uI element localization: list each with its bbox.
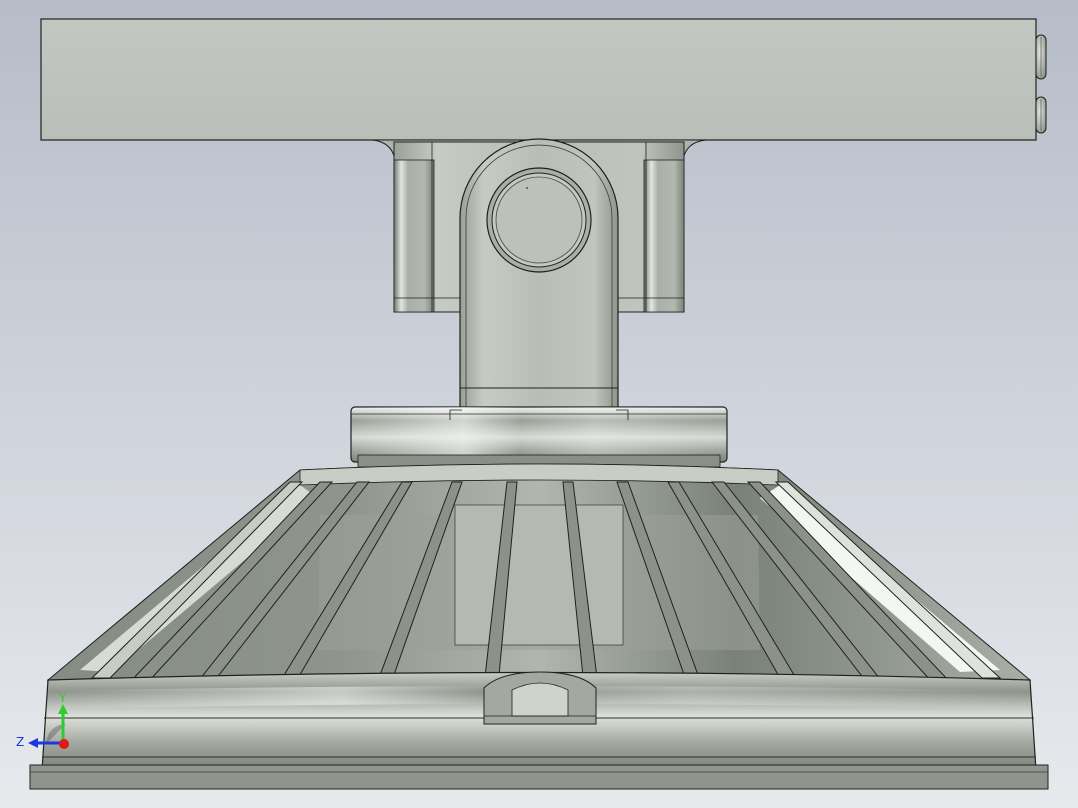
x-axis-dot [59,739,69,749]
upper-collar-ring[interactable] [350,406,728,468]
end-cap-bolt [1035,34,1047,80]
y-axis-label: Y [58,691,67,705]
cable-entry-boss[interactable] [483,671,597,725]
end-cap-bolt [1035,96,1047,134]
cad-graphics-viewport[interactable]: Y Z [0,0,1078,808]
pivot-bolt[interactable] [486,167,592,273]
top-bar-housing[interactable] [40,18,1047,141]
base-housing-ring[interactable] [29,671,1049,790]
z-axis-label: Z [16,735,24,749]
pivot-arm[interactable] [459,138,619,421]
